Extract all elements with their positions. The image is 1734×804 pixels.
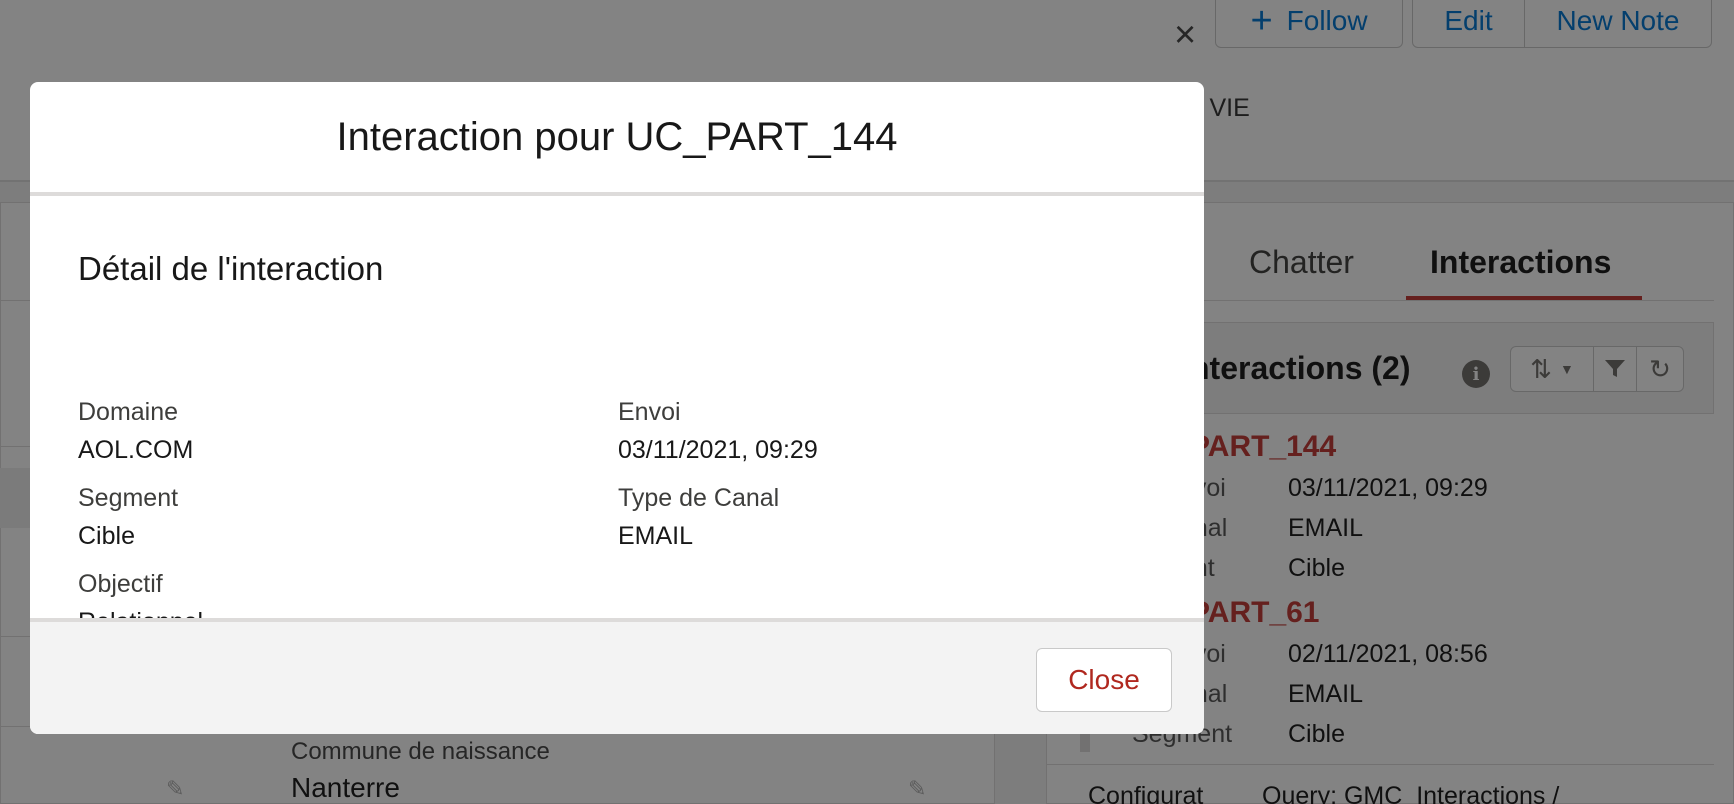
domaine-label: Domaine xyxy=(78,398,179,426)
modal-body: Détail de l'interaction Domaine AOL.COM … xyxy=(30,196,1204,636)
envoi-label: Envoi xyxy=(618,398,681,426)
close-button[interactable]: Close xyxy=(1036,648,1172,712)
section-title: Détail de l'interaction xyxy=(78,250,384,287)
segment-value: Cible xyxy=(78,522,135,550)
modal-header: Interaction pour UC_PART_144 xyxy=(30,82,1204,196)
type-canal-value: EMAIL xyxy=(618,522,694,550)
envoi-value: 03/11/2021, 09:29 xyxy=(618,436,818,464)
segment-label: Segment xyxy=(78,484,179,512)
domaine-value: AOL.COM xyxy=(78,436,194,464)
interaction-modal: Interaction pour UC_PART_144 Détail de l… xyxy=(30,82,1204,734)
objectif-label: Objectif xyxy=(78,570,163,598)
modal-footer: Close xyxy=(30,618,1204,734)
modal-title: Interaction pour UC_PART_144 xyxy=(336,114,898,159)
type-canal-label: Type de Canal xyxy=(618,484,780,512)
